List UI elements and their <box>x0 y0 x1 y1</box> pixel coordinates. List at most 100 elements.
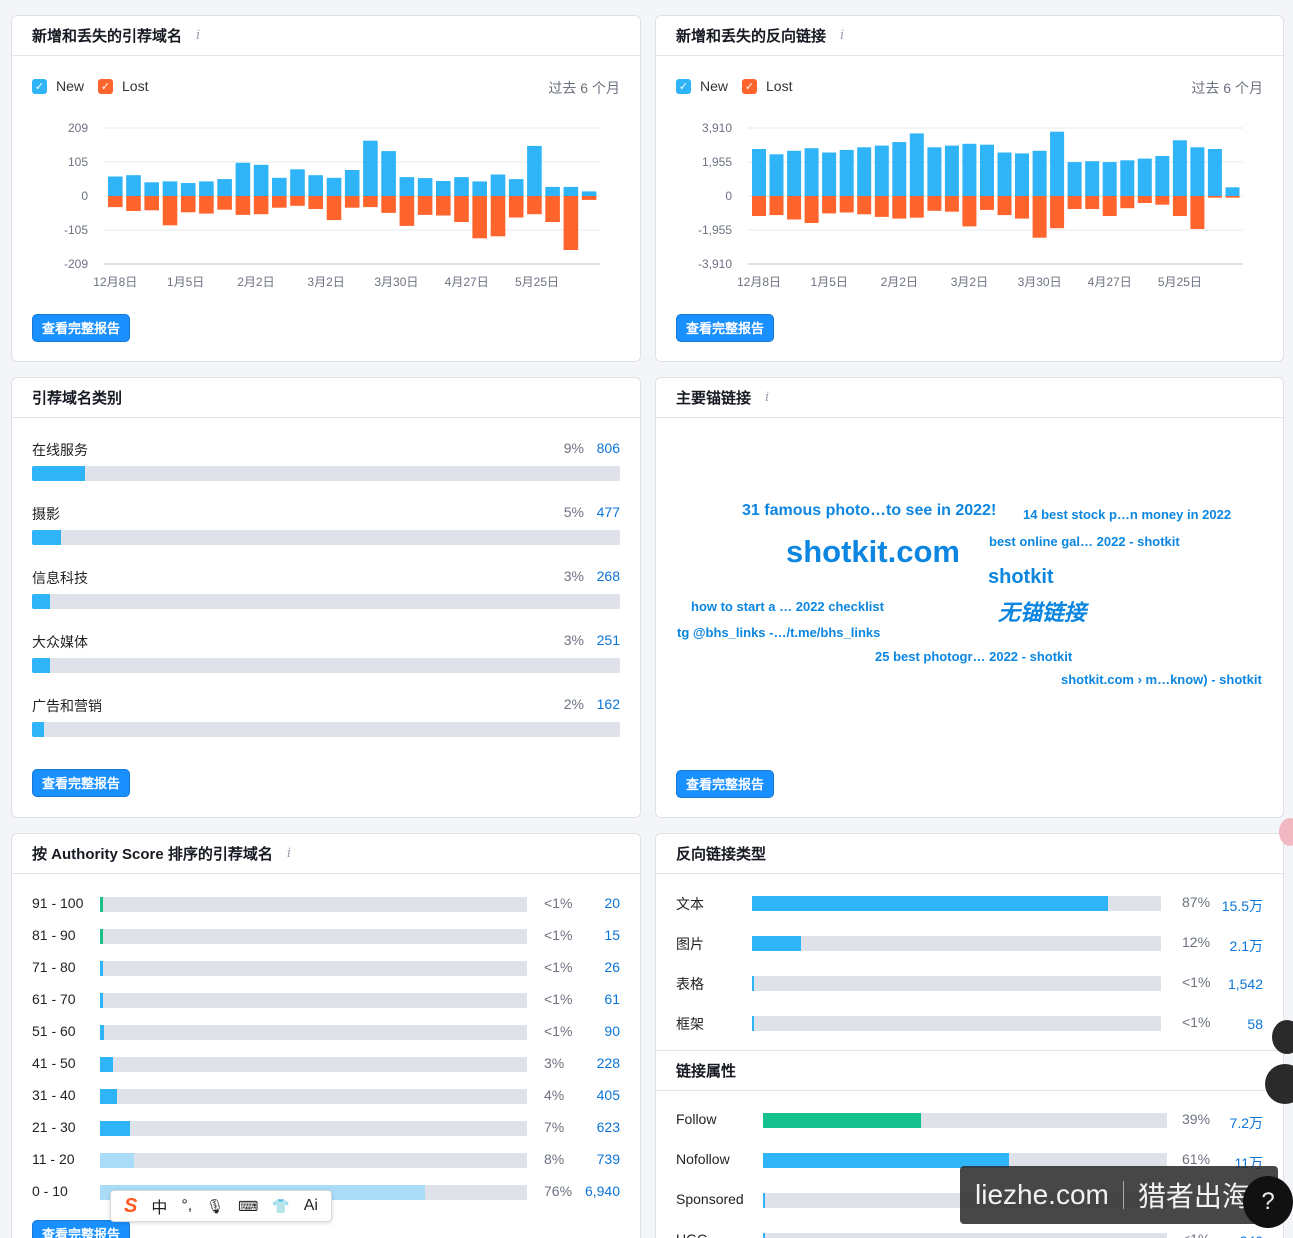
new-bar[interactable] <box>490 174 506 197</box>
backlink-type-row[interactable]: 文本 87% 15.5万 <box>676 894 1263 934</box>
lost-bar[interactable] <box>752 196 766 216</box>
sogou-logo-icon[interactable]: S <box>124 1195 137 1218</box>
authority-count-link[interactable]: 90 <box>604 1023 620 1039</box>
anchor-link[interactable]: 14 best stock p…n money in 2022 <box>1023 507 1231 522</box>
new-bar[interactable] <box>326 177 342 196</box>
info-icon[interactable]: i <box>196 28 200 43</box>
lost-bar[interactable] <box>472 196 487 239</box>
lost-bar[interactable] <box>308 196 323 209</box>
lost-bar[interactable] <box>769 196 784 216</box>
new-bar[interactable] <box>1085 161 1100 196</box>
anchor-link[interactable]: shotkit.com <box>786 534 960 570</box>
lost-bar[interactable] <box>997 196 1012 216</box>
lost-bar[interactable] <box>962 196 977 227</box>
category-count-link[interactable]: 251 <box>597 632 620 648</box>
lost-bar[interactable] <box>199 196 214 214</box>
new-bar[interactable] <box>563 186 579 196</box>
new-bar[interactable] <box>1155 156 1170 196</box>
category-row[interactable]: 信息科技 3% 268 <box>32 568 620 614</box>
new-bar[interactable] <box>217 179 232 196</box>
new-bar[interactable] <box>235 162 251 196</box>
lost-bar[interactable] <box>563 196 579 250</box>
category-count-link[interactable]: 268 <box>597 568 620 584</box>
microphone-icon[interactable]: 🎙 <box>206 1198 224 1215</box>
lost-bar[interactable] <box>108 196 123 208</box>
new-bar[interactable] <box>1137 158 1152 196</box>
lost-bar[interactable] <box>909 196 924 218</box>
new-bar[interactable] <box>180 183 196 196</box>
lost-bar[interactable] <box>126 196 141 211</box>
new-bar[interactable] <box>892 142 907 196</box>
backlink-type-count-link[interactable]: 58 <box>1247 1016 1263 1032</box>
view-full-report-button[interactable]: 查看完整报告 <box>32 1220 131 1238</box>
ime-chinese-mode[interactable]: 中 <box>151 1194 167 1218</box>
help-icon[interactable]: ? <box>1243 1176 1293 1228</box>
lost-bar[interactable] <box>290 196 305 206</box>
new-bar[interactable] <box>454 177 469 196</box>
lost-bar[interactable] <box>1032 196 1047 238</box>
lost-bar[interactable] <box>944 196 959 212</box>
view-full-report-button[interactable]: 查看完整报告 <box>676 770 775 798</box>
info-icon[interactable]: i <box>765 390 769 405</box>
lost-bar[interactable] <box>892 196 907 219</box>
lost-bar[interactable] <box>508 196 524 218</box>
new-bar[interactable] <box>944 145 959 196</box>
anchor-link[interactable]: how to start a … 2022 checklist <box>691 599 884 614</box>
lost-bar[interactable] <box>1190 196 1205 229</box>
lost-bar[interactable] <box>180 196 196 213</box>
new-bar[interactable] <box>436 181 451 196</box>
ime-ai[interactable]: Ai <box>304 1197 318 1215</box>
new-bar[interactable] <box>126 175 141 196</box>
lost-bar[interactable] <box>326 196 342 221</box>
lost-bar[interactable] <box>1207 196 1222 198</box>
link-attribute-row[interactable]: UGC <1% 240 <box>676 1231 1263 1238</box>
backlink-type-count-link[interactable]: 2.1万 <box>1230 936 1263 956</box>
new-bar[interactable] <box>144 182 159 196</box>
new-bar[interactable] <box>874 145 889 196</box>
anchor-link[interactable]: shotkit.com › m…know) - shotkit <box>1061 672 1262 687</box>
lost-bar[interactable] <box>1085 196 1100 209</box>
new-bar[interactable] <box>417 178 433 196</box>
authority-row[interactable]: 21 - 30 7% 623 <box>32 1119 620 1151</box>
lost-bar[interactable] <box>1050 196 1065 229</box>
lost-bar[interactable] <box>381 196 396 213</box>
lost-bar[interactable] <box>1172 196 1187 216</box>
new-bar[interactable] <box>1207 149 1222 196</box>
new-bar[interactable] <box>1015 153 1029 196</box>
new-bar[interactable] <box>199 181 214 196</box>
new-bar[interactable] <box>822 152 837 197</box>
new-bar[interactable] <box>108 176 123 197</box>
category-row[interactable]: 摄影 5% 477 <box>32 504 620 550</box>
lost-bar[interactable] <box>344 196 360 208</box>
new-bar[interactable] <box>1190 147 1205 196</box>
view-full-report-button[interactable]: 查看完整报告 <box>32 769 131 797</box>
ime-punctuation[interactable]: °, <box>181 1197 192 1215</box>
link-attribute-count-link[interactable]: 240 <box>1240 1233 1263 1238</box>
lost-bar[interactable] <box>1155 196 1170 205</box>
backlink-type-count-link[interactable]: 15.5万 <box>1222 896 1263 916</box>
lost-bar[interactable] <box>235 196 251 215</box>
lost-bar[interactable] <box>162 196 178 226</box>
lost-bar[interactable] <box>839 196 854 213</box>
lost-bar[interactable] <box>527 196 542 215</box>
category-count-link[interactable]: 806 <box>597 440 620 456</box>
anchor-link[interactable]: tg @bhs_links -…/t.me/bhs_links <box>677 625 880 640</box>
new-bar[interactable] <box>581 191 597 196</box>
lost-bar[interactable] <box>417 196 433 215</box>
period-selector[interactable]: 过去 6 个月 <box>1191 78 1263 98</box>
new-bar[interactable] <box>162 181 178 196</box>
lost-bar[interactable] <box>787 196 802 220</box>
keyboard-icon[interactable]: ⌨ <box>238 1198 258 1215</box>
new-bar[interactable] <box>962 143 977 196</box>
new-bar[interactable] <box>508 179 524 196</box>
authority-count-link[interactable]: 26 <box>604 959 620 975</box>
authority-row[interactable]: 51 - 60 <1% 90 <box>32 1023 620 1055</box>
lost-bar[interactable] <box>857 196 872 215</box>
new-bar[interactable] <box>472 181 487 196</box>
new-bar[interactable] <box>927 147 942 196</box>
authority-count-link[interactable]: 61 <box>604 991 620 1007</box>
authority-row[interactable]: 11 - 20 8% 739 <box>32 1151 620 1183</box>
authority-row[interactable]: 31 - 40 4% 405 <box>32 1087 620 1119</box>
lost-bar[interactable] <box>545 196 560 222</box>
new-checkbox[interactable]: ✓ <box>32 78 47 94</box>
